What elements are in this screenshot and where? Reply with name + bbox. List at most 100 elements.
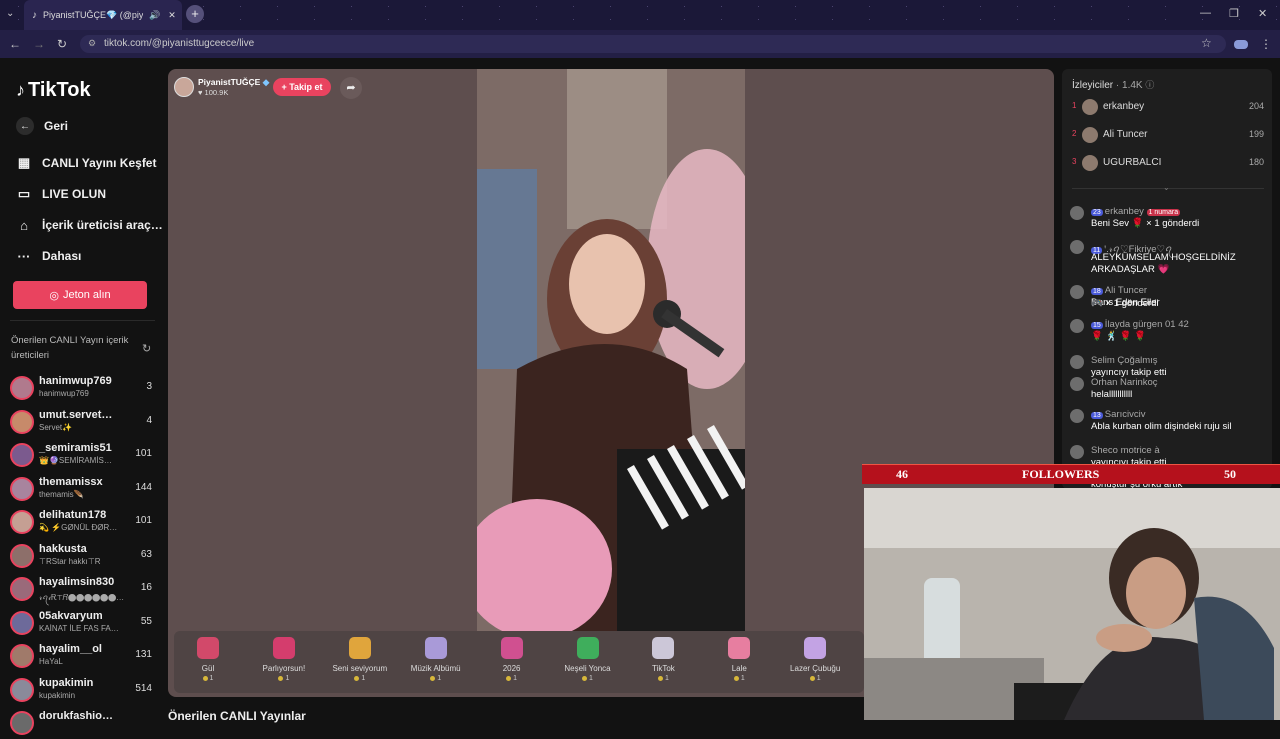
new-tab-plus-icon[interactable]: + [186,5,204,23]
live-video[interactable] [477,69,745,631]
host-info[interactable]: PiyanistTUĞÇE ◆ ♥ 100.9K [174,75,269,99]
nav-more[interactable]: ··· Dahası [16,248,82,264]
follow-button[interactable]: + Takip et [273,78,331,96]
chat-text: 🌹 🕺 🌹 🌹 [1091,331,1147,342]
window-close-icon[interactable]: ✕ [1258,7,1267,20]
gift-label: Parlıyorsun! [262,664,306,673]
followers-label: FOLLOWERS [1022,467,1100,481]
viewer-score: 199 [1248,129,1264,139]
maximize-icon[interactable]: ❐ [1229,7,1239,20]
refresh-icon[interactable]: ↻ [142,342,151,355]
more-icon: ··· [17,248,31,264]
chat-user-line: Orhan Narinkoç [1091,377,1158,388]
host-avatar[interactable] [174,77,194,97]
extension-icon[interactable] [1234,40,1248,49]
suggested-creator-item[interactable]: 05akvaryum KAİNAT İLE FAS FA… 55 [10,607,152,639]
chat-text: ALEYKÜMSELAM HOŞGELDİNİZ [1091,252,1236,263]
viewer-name: erkanbey [1103,101,1145,112]
browser-menu-icon[interactable]: ⋮ [1260,37,1272,51]
bookmark-star-icon[interactable]: ☆ [1201,36,1212,50]
tiktok-favicon-icon: ♪ [32,9,37,21]
chat-message[interactable]: Orhan Narinkoç helalllllllllll [1070,377,1265,403]
creator-name: hanimwup769 [39,375,112,387]
chat-username: Sheco motrice à [1091,445,1160,456]
gift-label: Gül [201,664,215,673]
gift-item[interactable]: 2026 1 [480,634,544,690]
level-badge: 23 [1091,209,1103,216]
followers-goal-bar: 46 FOLLOWERS 50 [862,464,1280,484]
chat-message[interactable]: 23 erkanbey 1 numara Beni Sev 🌹 × 1 gönder… [1070,206,1265,232]
suggested-creator-item[interactable]: _semiramis51 👑🔮SEMİRAMİS… 101 [10,439,152,471]
gift-item[interactable]: Seni seviyorum 1 [328,634,392,690]
back-link[interactable]: ← Geri [16,117,68,135]
gift-item[interactable]: Gül 1 [176,634,240,690]
heart-icon: ♥ [198,88,203,97]
nav-go-live[interactable]: ▭ LIVE OLUN [16,186,106,202]
creator-viewer-count: 131 [135,649,152,660]
calendar-icon: ▦ [17,155,31,170]
get-coins-button[interactable]: ◎ Jeton alın [13,281,147,309]
tab-close-icon[interactable]: ✕ [168,10,176,21]
creator-viewer-count: 4 [146,414,152,426]
gift-item[interactable]: Müzik Albümü 1 [404,634,468,690]
nav-explore-live[interactable]: ▦ CANLI Yayını Keşfet [16,155,157,171]
chat-text: Abla kurban olim dişindeki ruju sil [1091,421,1232,432]
viewer-rank: 3 [1072,157,1077,166]
share-icon[interactable]: ➦ [340,77,362,99]
info-icon[interactable]: ⓘ [1145,80,1154,90]
tab-search-chevron-icon[interactable]: ⌄ [6,8,14,19]
url-text: tiktok.com/@piyanisttugceece/live [104,38,255,49]
chat-avatar [1070,319,1084,333]
tab-audio-icon: 🔊 [149,9,161,20]
creator-subtitle: ⊤RStar hakkı⊤R [39,556,101,566]
creator-avatar [10,577,34,601]
top-viewer-item[interactable]: 2 Ali Tuncer 199 [1072,125,1264,145]
chat-username: erkanbey [1104,206,1144,217]
suggested-creator-item[interactable]: kupakimin kupakimin 514 [10,674,152,706]
top-viewer-item[interactable]: 3 UGURBALCI 180 [1072,153,1264,173]
suggested-creator-item[interactable]: hayalim__ol HaYaL 131 [10,640,152,672]
suggested-creator-item[interactable]: hakkusta ⊤RStar hakkı⊤R 63 [10,540,152,572]
suggested-creator-item[interactable]: delihatun178 💫 ⚡GØNÜL ĐØR… 101 [10,506,152,538]
gift-price: 1 [252,675,316,682]
gift-item[interactable]: Neşeli Yonca 1 [556,634,620,690]
expand-chevron-icon[interactable]: ⌄ [1163,183,1170,192]
gift-item[interactable]: Lale 1 [707,634,771,690]
gift-item[interactable]: Parlıyorsun! 1 [252,634,316,690]
site-info-icon[interactable]: ⚙ [88,38,96,49]
top-viewer-item[interactable]: 1 erkanbey 204 [1072,97,1264,117]
minimize-icon[interactable]: — [1200,7,1211,19]
back-arrow-icon[interactable]: ← [9,37,21,51]
creator-subtitle: kupakimin [39,690,76,700]
creator-subtitle: themamis🪶 [39,489,84,499]
reload-icon[interactable]: ↻ [57,37,67,51]
get-coins-label: Jeton alın [62,289,111,301]
gift-item[interactable]: Lazer Çubuğu 1 [783,634,847,690]
browser-tab[interactable]: ♪ PiyanistTUĞÇE💎 (@piyan… 🔊 ✕ [24,0,182,30]
creator-subtitle: 𝓇ꪖ𝒾Ꭱ⊤𝑅⬤⬤⬤⬤⬤⬤… [39,593,125,602]
chat-avatar [1070,206,1084,220]
creator-viewer-count: 144 [135,481,152,493]
creator-avatar [10,610,34,635]
chat-message[interactable]: 11 ꞌ.𝓇ꪖ♡Fikriye♡ꪖ ALEYKÜMSELAM HOŞGELDİNİZ [1070,240,1265,266]
tiktok-logo[interactable]: ♪ TikTok [16,79,91,102]
back-circle-icon: ← [16,117,34,135]
webcam-overlay [864,488,1280,720]
chat-message[interactable]: 13 Sarıcivciv Abla kurban olim dişindeki r… [1070,409,1265,435]
creator-subtitle: hanimwup769 [39,389,89,398]
nav-creator-tools[interactable]: ⌂ İçerik üreticisi araç… [16,217,163,233]
forward-arrow-icon[interactable]: → [33,37,45,51]
address-bar[interactable]: tiktok.com/@piyanisttugceece/live [80,35,1226,53]
creator-name: dorukfashio… [39,710,113,722]
suggested-creator-item[interactable]: hanimwup769 hanimwup769 3 [10,372,152,404]
chat-message[interactable]: 15 İlayda gürgen 01 42 🌹 🕺 🌹 🌹 [1070,319,1265,345]
suggested-creator-item[interactable]: themamissx themamis🪶 144 [10,473,152,505]
suggested-creator-item[interactable]: umut.servet… Servet✨ 4 [10,406,152,438]
gift-label: Lazer Çubuğu [790,664,841,673]
gift-item[interactable]: TikTok 1 [631,634,695,690]
creator-avatar [10,711,34,735]
chat-username: Sarıcivciv [1104,409,1146,420]
suggested-creator-item[interactable]: dorukfashio… [10,707,152,739]
suggested-creator-item[interactable]: hayalimsin830 𝓇ꪖ𝒾Ꭱ⊤𝑅⬤⬤⬤⬤⬤⬤… 16 [10,573,152,605]
chat-user-line: Selim Çoğalmış [1091,355,1158,366]
